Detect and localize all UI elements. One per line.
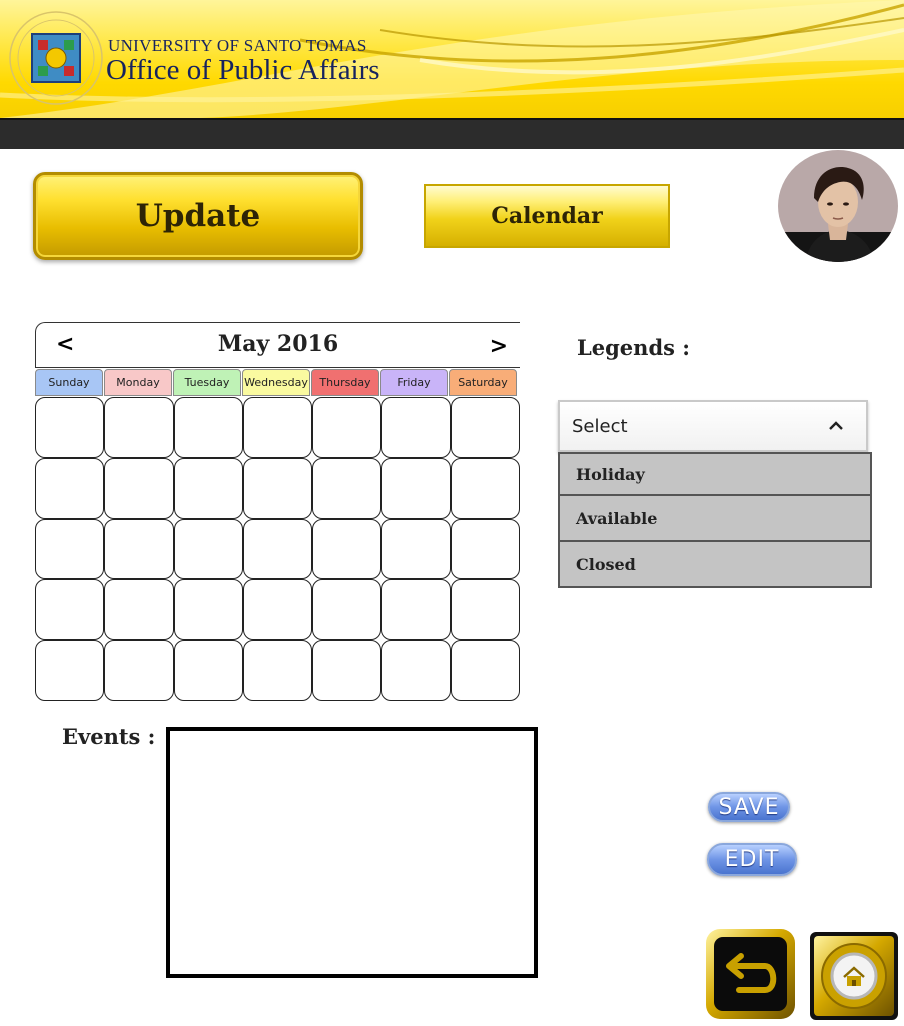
calendar-day-cell[interactable] [35, 457, 105, 519]
calendar-day-cell[interactable] [381, 397, 451, 458]
calendar-day-cell[interactable] [104, 518, 174, 580]
calendar-day-cell[interactable] [104, 640, 174, 701]
calendar-day-cell[interactable] [173, 457, 243, 519]
calendar-day-cell[interactable] [312, 640, 382, 701]
calendar-day-cell[interactable] [173, 397, 243, 458]
calendar-day-cell[interactable] [242, 518, 313, 580]
calendar-day-cell[interactable] [450, 640, 520, 701]
select-value: Select [572, 416, 628, 437]
home-button[interactable] [810, 932, 898, 1020]
legend-option-closed[interactable]: Closed [558, 542, 872, 588]
calendar-day-cell[interactable] [381, 457, 451, 519]
legend-option-available[interactable]: Available [558, 496, 872, 542]
weekday-wednesday: Wednesday [242, 369, 310, 396]
header-banner: UNIVERSITY OF SANTO TOMAS Office of Publ… [0, 0, 904, 118]
calendar-day-cell[interactable] [104, 579, 174, 641]
weekday-monday: Monday [104, 369, 172, 396]
calendar-day-cell[interactable] [242, 640, 313, 701]
nav-bar [0, 118, 904, 149]
calendar-day-cell[interactable] [173, 518, 243, 580]
legends-label: Legends : [577, 335, 691, 360]
calendar-day-cell[interactable] [35, 397, 105, 458]
update-button[interactable]: Update [33, 172, 363, 260]
university-seal-icon [9, 11, 103, 105]
calendar-day-cell[interactable] [104, 457, 174, 519]
weekday-friday: Friday [380, 369, 448, 396]
university-name: UNIVERSITY OF SANTO TOMAS [108, 36, 367, 55]
back-button[interactable] [705, 928, 796, 1020]
calendar-day-cell[interactable] [35, 640, 105, 701]
calendar-day-cell[interactable] [450, 579, 520, 641]
weekday-tuesday: Tuesday [173, 369, 241, 396]
month-title: May 2016 [217, 331, 339, 357]
save-button[interactable]: SAVE [708, 792, 790, 822]
calendar-day-cell[interactable] [381, 518, 451, 580]
calendar-day-cell[interactable] [104, 397, 174, 458]
events-label: Events : [62, 724, 156, 749]
calendar-day-cell[interactable] [381, 579, 451, 641]
weekday-sunday: Sunday [35, 369, 103, 396]
calendar-header: < May 2016 > [35, 322, 520, 368]
weekday-saturday: Saturday [449, 369, 517, 396]
calendar-day-cell[interactable] [35, 518, 105, 580]
calendar-button[interactable]: Calendar [424, 184, 670, 248]
legend-option-holiday[interactable]: Holiday [558, 452, 872, 496]
calendar-day-cell[interactable] [312, 397, 382, 458]
calendar-day-cell[interactable] [450, 397, 520, 458]
calendar-day-cell[interactable] [450, 457, 520, 519]
calendar-day-cell[interactable] [173, 579, 243, 641]
calendar-day-cell[interactable] [312, 579, 382, 641]
next-month-button[interactable]: > [490, 333, 508, 359]
legend-options-list: Holiday Available Closed [558, 452, 872, 588]
calendar-day-cell[interactable] [312, 518, 382, 580]
legend-select[interactable]: Select [558, 400, 868, 452]
calendar-day-cell[interactable] [312, 457, 382, 519]
user-avatar[interactable] [778, 150, 898, 262]
calendar-day-cell[interactable] [242, 579, 313, 641]
events-textarea[interactable] [166, 727, 538, 978]
chevron-up-icon[interactable] [826, 416, 846, 436]
calendar-day-cell[interactable] [381, 640, 451, 701]
calendar-grid [35, 397, 520, 701]
weekday-thursday: Thursday [311, 369, 379, 396]
calendar-day-cell[interactable] [35, 579, 105, 641]
weekday-header-row: Sunday Monday Tuesday Wednesday Thursday Frid… [35, 369, 518, 396]
office-name: Office of Public Affairs [106, 54, 380, 86]
calendar-day-cell[interactable] [450, 518, 520, 580]
calendar-day-cell[interactable] [242, 457, 313, 519]
calendar-day-cell[interactable] [173, 640, 243, 701]
edit-button[interactable]: EDIT [707, 843, 797, 876]
calendar-day-cell[interactable] [242, 397, 313, 458]
